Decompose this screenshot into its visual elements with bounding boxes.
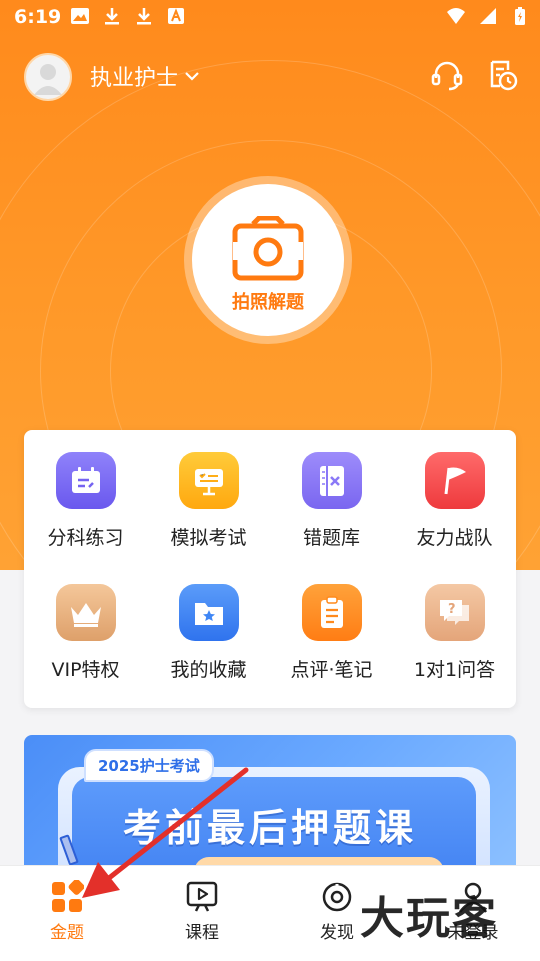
feature-label: 我的收藏 bbox=[170, 659, 247, 681]
feature-qa[interactable]: ? 1对1问答 bbox=[393, 562, 516, 682]
app-notification-icon bbox=[168, 8, 184, 24]
feature-label: 分科练习 bbox=[47, 527, 124, 549]
feature-subject-practice[interactable]: 分科练习 bbox=[24, 430, 147, 550]
notes-icon bbox=[301, 584, 362, 641]
page-title: 执业护士 bbox=[90, 66, 179, 91]
feature-vip[interactable]: VIP特权 bbox=[24, 562, 147, 682]
chevron-down-icon bbox=[185, 72, 199, 81]
feature-wrong-questions[interactable]: 错题库 bbox=[270, 430, 393, 550]
feature-notes[interactable]: 点评·笔记 bbox=[270, 562, 393, 682]
tab-label: 课程 bbox=[185, 923, 219, 943]
flag-icon bbox=[424, 452, 485, 509]
feature-label: 1对1问答 bbox=[413, 659, 496, 681]
avatar[interactable] bbox=[24, 53, 72, 101]
download-icon bbox=[137, 8, 151, 25]
status-bar: 6:19 bbox=[0, 0, 540, 36]
tab-label: 金题 bbox=[50, 923, 84, 943]
customer-service-icon[interactable] bbox=[430, 58, 464, 92]
feature-favorites[interactable]: 我的收藏 bbox=[147, 562, 270, 682]
bottom-tab-bar: 金题 课程 发现 未登录 bbox=[0, 865, 540, 961]
play-board-icon bbox=[186, 881, 218, 912]
banner-tag: 2025护士考试 bbox=[84, 749, 214, 782]
feature-label: 模拟考试 bbox=[170, 527, 247, 549]
wifi-icon bbox=[447, 8, 465, 24]
tab-profile[interactable]: 未登录 bbox=[423, 880, 523, 943]
feature-label: 友力战队 bbox=[416, 527, 493, 549]
question-chat-icon: ? bbox=[424, 584, 485, 641]
feature-team[interactable]: 友力战队 bbox=[393, 430, 516, 550]
study-record-icon[interactable] bbox=[486, 58, 520, 92]
status-time: 6:19 bbox=[14, 6, 62, 28]
crown-icon bbox=[55, 584, 116, 641]
photo-solve-button[interactable]: 拍照解题 bbox=[184, 176, 352, 344]
tab-label: 未登录 bbox=[447, 923, 499, 943]
exam-board-icon bbox=[178, 452, 239, 509]
battery-icon bbox=[515, 7, 525, 25]
photo-solve-label: 拍照解题 bbox=[232, 292, 304, 313]
wrong-book-icon bbox=[301, 452, 362, 509]
favorite-folder-icon bbox=[178, 584, 239, 641]
feature-grid: 分科练习 模拟考试 错题库 友力战队 VIP特权 我的收藏 点评·笔记 ? 1对… bbox=[24, 430, 516, 708]
image-notification-icon bbox=[71, 8, 89, 24]
feature-label: VIP特权 bbox=[51, 659, 120, 681]
download-icon bbox=[105, 8, 119, 25]
user-icon bbox=[458, 882, 488, 913]
tab-questions[interactable]: 金题 bbox=[17, 880, 117, 943]
tab-label: 发现 bbox=[320, 923, 354, 943]
tab-courses[interactable]: 课程 bbox=[152, 880, 252, 943]
promo-banner[interactable]: 2025护士考试 考前最后押题课 bbox=[24, 735, 516, 875]
svg-text:?: ? bbox=[448, 602, 456, 617]
top-bar: 执业护士 bbox=[0, 50, 540, 101]
feature-mock-exam[interactable]: 模拟考试 bbox=[147, 430, 270, 550]
exam-type-selector[interactable]: 执业护士 bbox=[90, 60, 200, 92]
feature-label: 错题库 bbox=[302, 527, 360, 549]
tab-discover[interactable]: 发现 bbox=[287, 880, 387, 943]
discover-icon bbox=[322, 882, 352, 912]
signal-icon bbox=[480, 8, 496, 24]
user-avatar-icon bbox=[34, 64, 62, 95]
grid-diamond-icon bbox=[52, 880, 84, 912]
camera-icon bbox=[232, 216, 304, 281]
calendar-check-icon bbox=[55, 452, 116, 509]
feature-label: 点评·笔记 bbox=[290, 659, 373, 681]
